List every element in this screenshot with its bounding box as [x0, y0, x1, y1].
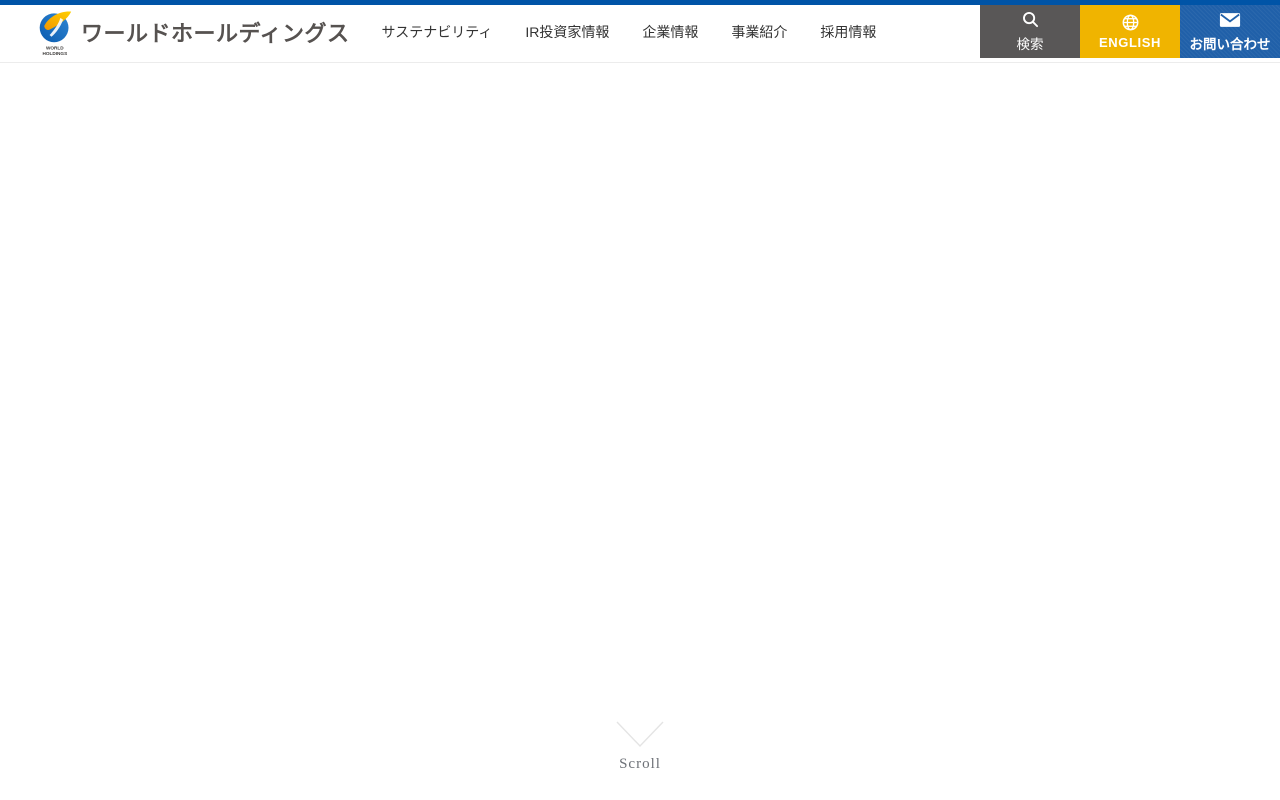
brand-wordmark: ワールドホールディングス	[81, 20, 350, 46]
chevron-down-icon	[616, 721, 664, 748]
globe-icon	[1122, 13, 1139, 31]
world-holdings-logo-icon: WORLD HOLDINGS	[36, 8, 74, 59]
scroll-indicator: Scroll	[616, 721, 664, 773]
contact-button-label: お問い合わせ	[1189, 36, 1271, 52]
search-button[interactable]: 検索	[980, 5, 1080, 58]
nav-item-company-info[interactable]: 企業情報	[642, 22, 698, 42]
logo-swirl-graphic	[39, 11, 72, 43]
english-button[interactable]: ENGLISH	[1080, 5, 1180, 58]
hero-area: Scroll	[0, 63, 1280, 799]
nav-item-sustainability[interactable]: サステナビリティ	[381, 22, 492, 42]
english-button-label: ENGLISH	[1099, 35, 1161, 50]
nav-item-recruit-info[interactable]: 採用情報	[820, 22, 876, 42]
nav-item-business-intro[interactable]: 事業紹介	[731, 22, 787, 42]
scroll-label: Scroll	[619, 756, 661, 772]
main-nav: サステナビリティ IR投資家情報 企業情報 事業紹介 採用情報	[381, 5, 876, 58]
mail-icon	[1219, 11, 1241, 29]
header-actions: 検索 ENGLISH お問い合わせ	[980, 5, 1280, 58]
search-button-label: 検索	[1016, 36, 1044, 52]
contact-button[interactable]: お問い合わせ	[1180, 5, 1280, 58]
brand-logo-link[interactable]: WORLD HOLDINGS ワールドホールディングス	[36, 5, 349, 58]
logo-caption: WORLD HOLDINGS	[42, 46, 68, 57]
search-icon	[1022, 11, 1039, 29]
nav-item-ir-investor-info[interactable]: IR投資家情報	[525, 22, 609, 42]
site-header: WORLD HOLDINGS ワールドホールディングス サステナビリティ IR投…	[0, 0, 1280, 63]
